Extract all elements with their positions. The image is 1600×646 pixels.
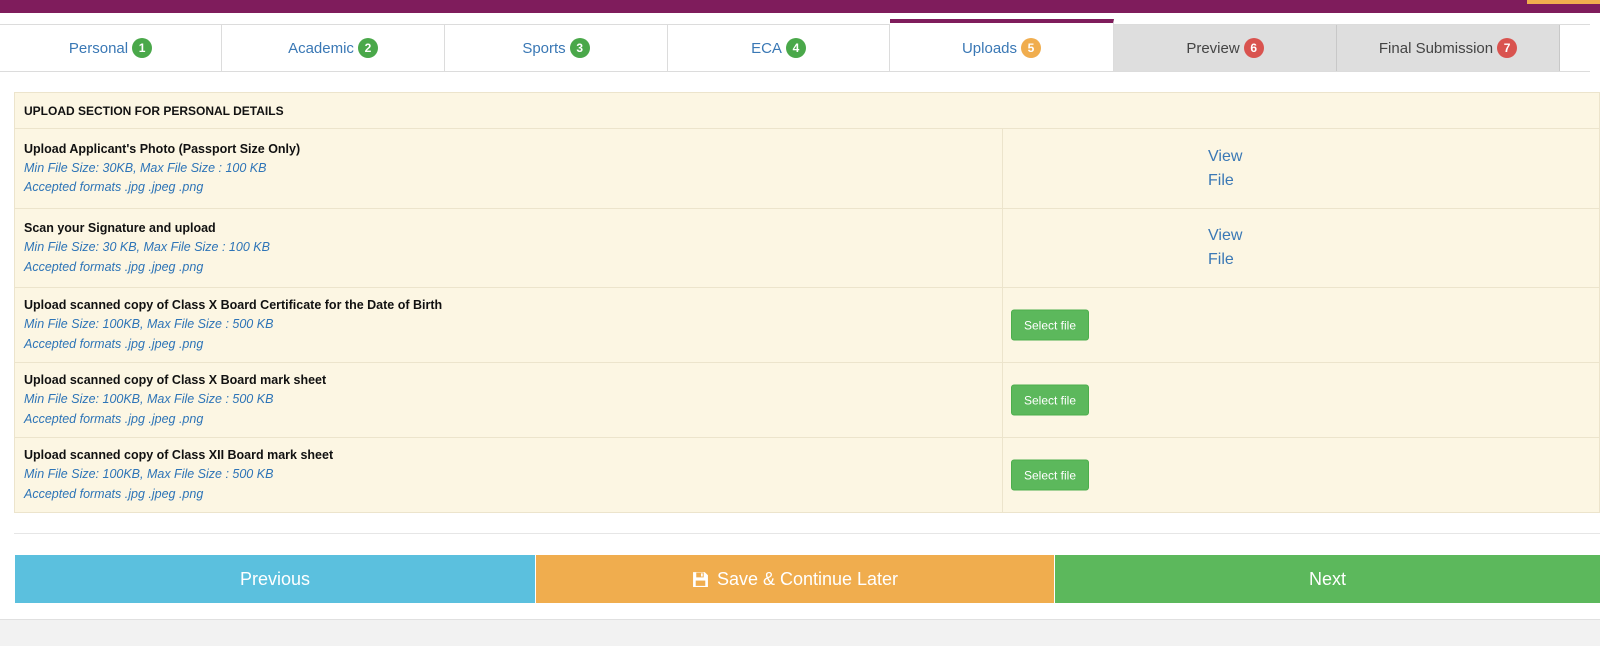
tab-eca[interactable]: ECA 4 xyxy=(668,25,890,71)
upload-label-cell: Upload scanned copy of Class XII Board m… xyxy=(14,437,1003,513)
upload-label-cell: Upload scanned copy of Class X Board Cer… xyxy=(14,287,1003,363)
upload-action-cell: Select file xyxy=(1002,287,1600,363)
upload-title: Upload scanned copy of Class XII Board m… xyxy=(24,448,334,462)
step-badge: 4 xyxy=(785,38,806,58)
upload-title: Scan your Signature and upload xyxy=(24,221,216,235)
page-footer xyxy=(0,619,1600,646)
formats-hint: Accepted formats .jpg .jpeg .png xyxy=(24,180,204,194)
tab-personal[interactable]: Personal 1 xyxy=(0,25,222,71)
tab-label: Academic xyxy=(288,39,354,57)
table-row: Upload scanned copy of Class X Board Cer… xyxy=(14,287,1600,363)
tab-label: Final Submission xyxy=(1378,39,1494,57)
upload-title: Upload scanned copy of Class X Board mar… xyxy=(24,373,327,387)
table-row: Scan your Signature and upload Min File … xyxy=(14,208,1600,288)
step-badge: 2 xyxy=(357,38,378,58)
navigation-button-bar: Previous Save & Continue Later Next xyxy=(15,555,1600,603)
view-file-link[interactable]: View File xyxy=(1208,224,1248,272)
file-size-hint: Min File Size: 100KB, Max File Size : 50… xyxy=(24,317,274,331)
tab-sports[interactable]: Sports 3 xyxy=(445,25,668,71)
top-header-bar xyxy=(0,0,1600,13)
save-continue-later-button[interactable]: Save & Continue Later xyxy=(535,555,1055,603)
step-badge: 6 xyxy=(1243,38,1264,58)
tab-academic[interactable]: Academic 2 xyxy=(222,25,445,71)
upload-title: Upload scanned copy of Class X Board Cer… xyxy=(24,298,443,312)
upload-table: UPLOAD SECTION FOR PERSONAL DETAILS Uplo… xyxy=(14,92,1600,513)
upload-title: Upload Applicant's Photo (Passport Size … xyxy=(24,141,301,156)
upload-action-cell: View File xyxy=(1002,128,1600,209)
step-badge: 3 xyxy=(569,38,590,58)
tab-preview[interactable]: Preview 6 xyxy=(1114,25,1337,71)
file-size-hint: Min File Size: 30KB, Max File Size : 100… xyxy=(24,160,267,175)
step-badge: 1 xyxy=(132,38,153,58)
save-button-label: Save & Continue Later xyxy=(716,568,899,589)
file-size-hint: Min File Size: 30 KB, Max File Size : 10… xyxy=(24,240,270,254)
file-size-hint: Min File Size: 100KB, Max File Size : 50… xyxy=(24,467,274,481)
select-file-button[interactable]: Select file xyxy=(1011,309,1089,341)
select-file-button[interactable]: Select file xyxy=(1011,384,1089,416)
section-title: UPLOAD SECTION FOR PERSONAL DETAILS xyxy=(14,92,1600,129)
step-badge: 5 xyxy=(1021,38,1042,58)
table-row: Upload scanned copy of Class X Board mar… xyxy=(14,362,1600,438)
formats-hint: Accepted formats .jpg .jpeg .png xyxy=(24,486,204,501)
formats-hint: Accepted formats .jpg .jpeg .png xyxy=(24,411,204,426)
divider xyxy=(14,533,1600,534)
tab-uploads[interactable]: Uploads 5 xyxy=(890,19,1114,71)
header-action-button[interactable] xyxy=(1527,0,1600,4)
next-button-label: Next xyxy=(1308,568,1346,589)
previous-button[interactable]: Previous xyxy=(15,555,535,603)
tab-label: Preview xyxy=(1186,39,1240,57)
formats-hint: Accepted formats .jpg .jpeg .png xyxy=(24,259,204,274)
upload-label-cell: Upload scanned copy of Class X Board mar… xyxy=(14,362,1003,438)
step-tabs: Personal 1 Academic 2 Sports 3 ECA 4 Upl… xyxy=(0,19,1590,72)
previous-button-label: Previous xyxy=(239,568,311,589)
tab-label: Personal xyxy=(68,39,129,57)
table-row: Upload scanned copy of Class XII Board m… xyxy=(14,437,1600,513)
view-file-link[interactable]: View File xyxy=(1208,145,1248,193)
tab-label: ECA xyxy=(751,39,782,57)
tab-final-submission[interactable]: Final Submission 7 xyxy=(1337,25,1560,71)
upload-label-cell: Scan your Signature and upload Min File … xyxy=(14,208,1003,288)
next-button[interactable]: Next xyxy=(1055,555,1600,603)
floppy-disk-icon xyxy=(692,571,709,588)
upload-action-cell: Select file xyxy=(1002,362,1600,438)
upload-action-cell: Select file xyxy=(1002,437,1600,513)
upload-label-cell: Upload Applicant's Photo (Passport Size … xyxy=(14,128,1003,209)
tab-label: Uploads xyxy=(961,39,1018,57)
tab-label: Sports xyxy=(522,39,566,57)
step-badge: 7 xyxy=(1497,38,1518,58)
file-size-hint: Min File Size: 100KB, Max File Size : 50… xyxy=(24,392,274,406)
formats-hint: Accepted formats .jpg .jpeg .png xyxy=(24,336,204,351)
upload-action-cell: View File xyxy=(1002,208,1600,288)
select-file-button[interactable]: Select file xyxy=(1011,459,1089,491)
table-row: Upload Applicant's Photo (Passport Size … xyxy=(14,128,1600,209)
